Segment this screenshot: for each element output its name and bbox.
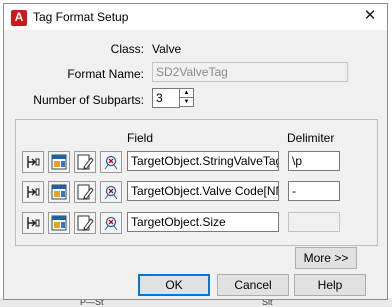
edit-expression-icon	[77, 215, 94, 231]
edit-expression-button[interactable]	[74, 181, 96, 203]
format-button[interactable]	[22, 151, 44, 173]
subparts-spinner[interactable]: ▲ ▼	[179, 88, 194, 107]
format-icon	[27, 186, 40, 198]
field-input[interactable]: TargetObject.Size	[127, 212, 279, 232]
class-value: Valve	[152, 42, 182, 56]
window-title: Tag Format Setup	[33, 10, 129, 24]
edit-expression-button[interactable]	[74, 212, 96, 234]
autocad-app-icon: A	[11, 10, 27, 26]
title-bar: A Tag Format Setup ✕	[4, 4, 387, 30]
delimiter-header: Delimiter	[287, 131, 335, 145]
edit-expression-icon	[77, 184, 94, 200]
spin-up-icon[interactable]: ▲	[180, 89, 193, 97]
subparts-field[interactable]: 3	[152, 88, 180, 108]
class-label: Class:	[110, 42, 144, 56]
ok-button[interactable]: OK	[138, 274, 210, 296]
subparts-label: Number of Subparts:	[33, 93, 144, 107]
select-property-button[interactable]	[48, 181, 70, 203]
field-input[interactable]: TargetObject.StringValveTag[a	[127, 151, 279, 171]
spin-down-icon[interactable]: ▼	[180, 98, 193, 106]
remove-property-button[interactable]	[100, 212, 122, 234]
remove-property-button[interactable]	[100, 181, 122, 203]
remove-property-icon	[104, 155, 118, 170]
more-button[interactable]: More >>	[295, 247, 357, 269]
close-button[interactable]: ✕	[357, 6, 383, 26]
edit-expression-icon	[77, 154, 94, 170]
help-button[interactable]: Help	[294, 274, 366, 296]
select-property-icon	[51, 184, 67, 200]
format-button[interactable]	[22, 181, 44, 203]
delimiter-input[interactable]: -	[288, 181, 340, 201]
format-name-field[interactable]: SD2ValveTag	[152, 62, 348, 82]
tag-format-setup-dialog: A Tag Format Setup ✕ Class: Valve Format…	[3, 3, 388, 300]
format-name-label: Format Name:	[67, 67, 144, 81]
select-property-icon	[51, 215, 67, 231]
select-property-button[interactable]	[48, 151, 70, 173]
edit-expression-button[interactable]	[74, 151, 96, 173]
field-input[interactable]: TargetObject.Valve Code[NNN	[127, 181, 279, 201]
remove-property-icon	[104, 185, 118, 200]
select-property-button[interactable]	[48, 212, 70, 234]
field-header: Field	[127, 131, 154, 145]
format-icon	[27, 156, 40, 168]
remove-property-icon	[104, 216, 118, 231]
remove-property-button[interactable]	[100, 151, 122, 173]
cancel-button[interactable]: Cancel	[217, 274, 289, 296]
format-button[interactable]	[22, 212, 44, 234]
select-property-icon	[51, 154, 67, 170]
format-icon	[27, 217, 40, 229]
delimiter-input[interactable]: \p	[288, 151, 340, 171]
delimiter-input	[288, 212, 340, 232]
subparts-group: Field Delimiter TargetObject.StringValve…	[15, 119, 378, 246]
